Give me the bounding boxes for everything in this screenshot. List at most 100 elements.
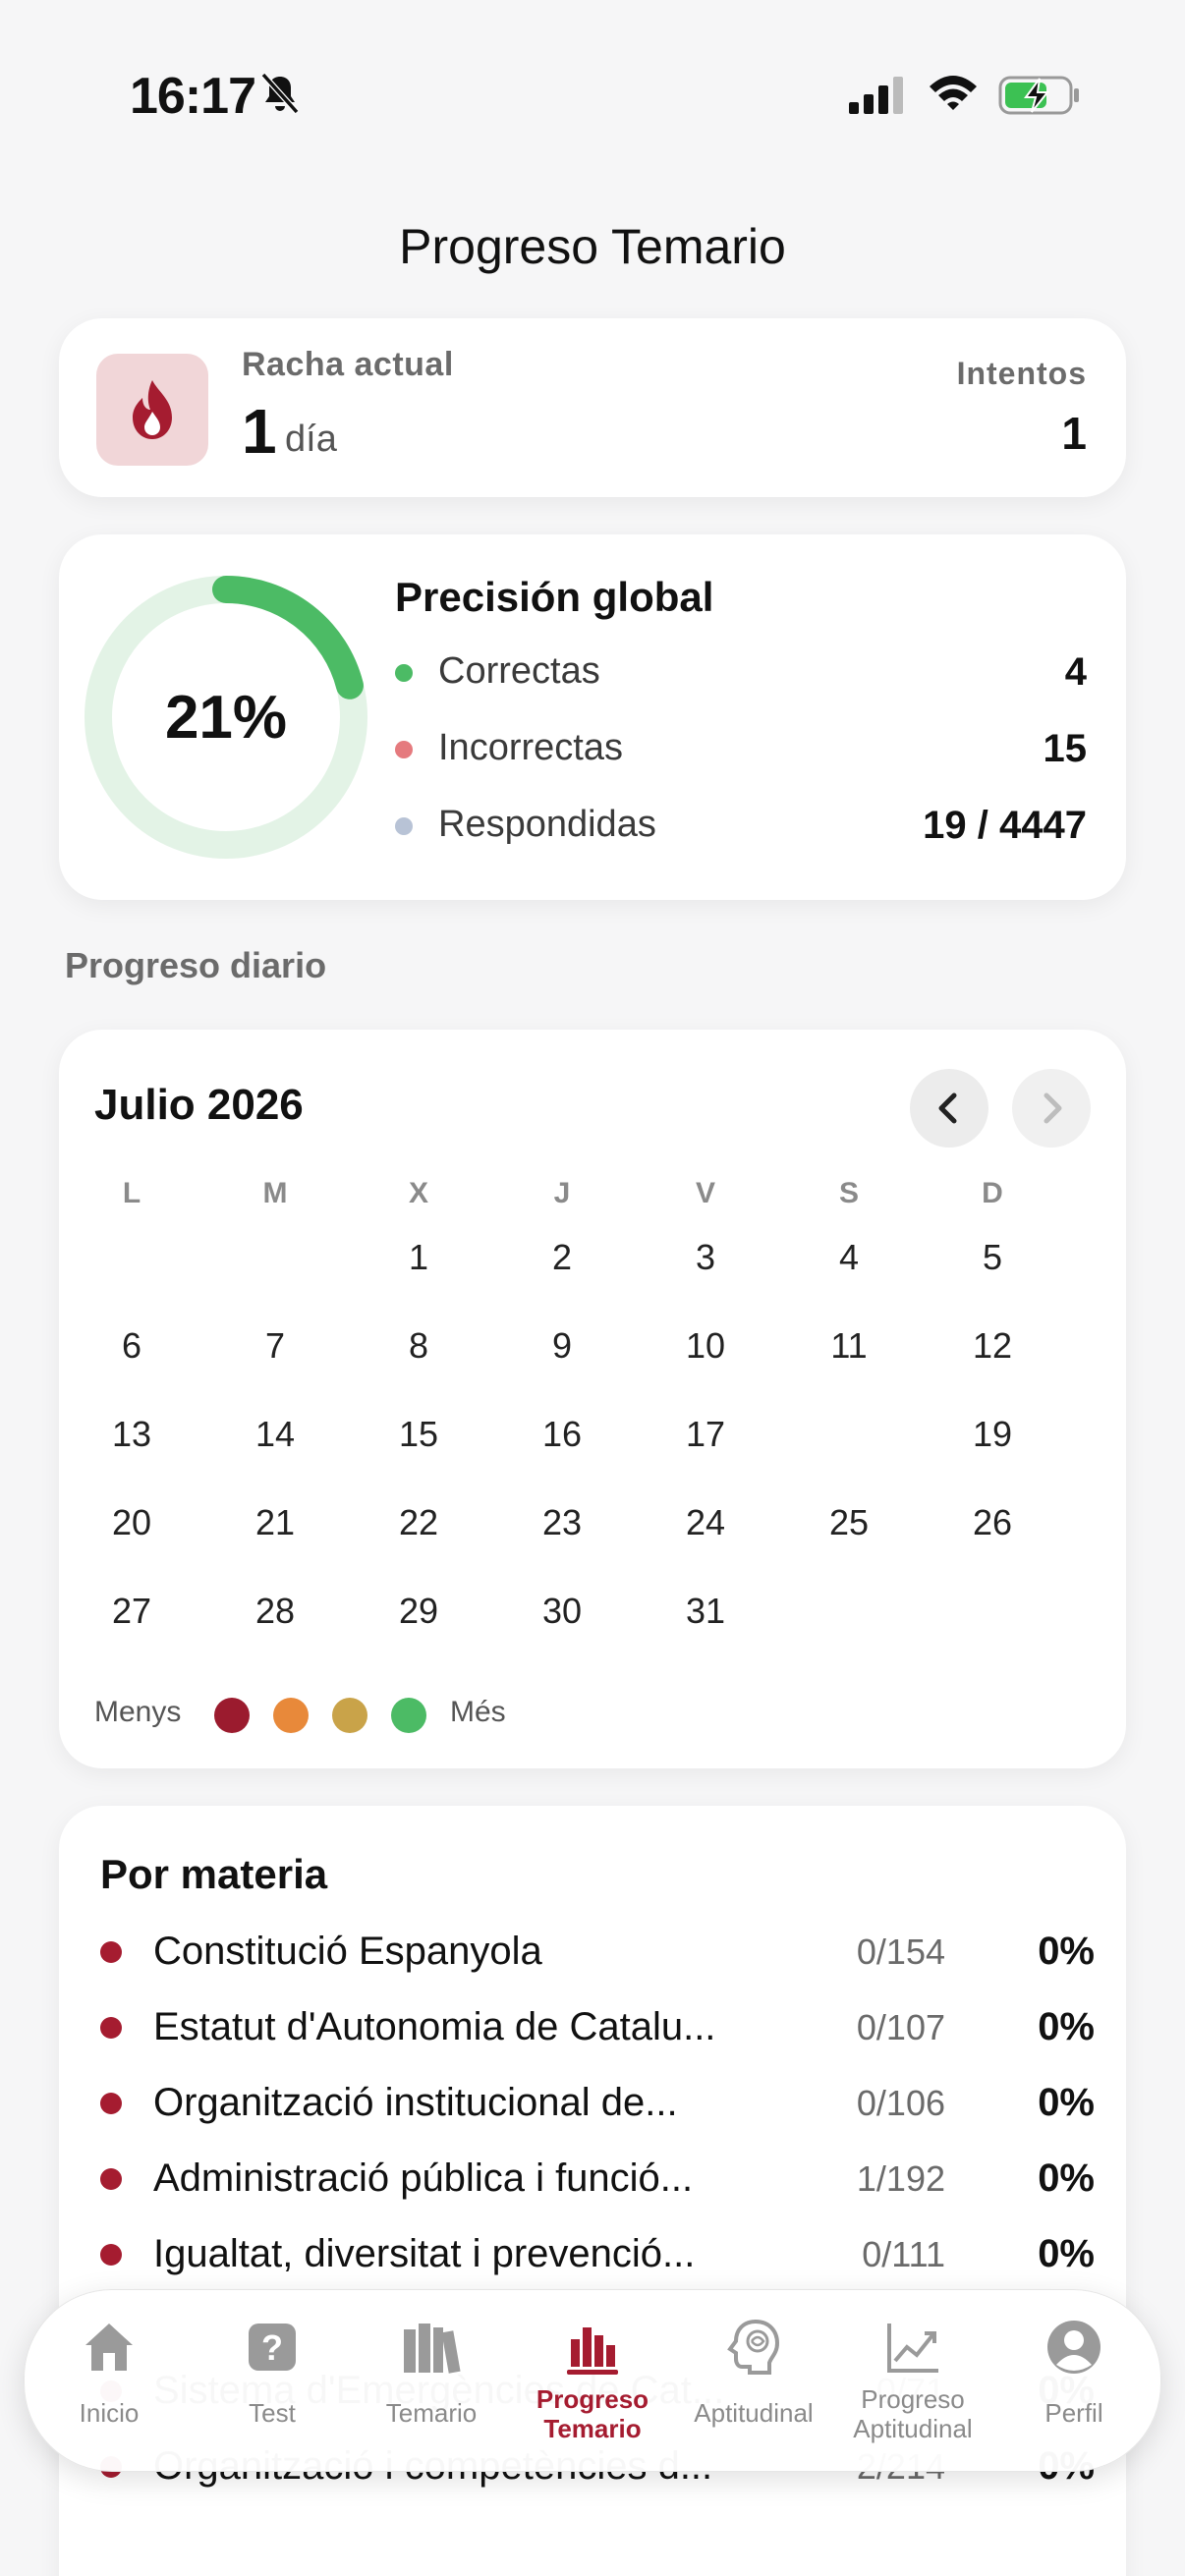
- tab-progreso-aptitudinal[interactable]: Progreso Aptitudinal: [832, 2290, 993, 2473]
- calendar-day[interactable]: 3: [656, 1218, 755, 1297]
- calendar-day[interactable]: 30: [513, 1572, 611, 1651]
- signal-icon: [849, 77, 903, 114]
- calendar-day[interactable]: 21: [226, 1484, 324, 1562]
- calendar-day[interactable]: 10: [656, 1307, 755, 1385]
- attempts-value: 1: [1061, 408, 1087, 459]
- tab-label: Test: [249, 2398, 296, 2428]
- home-icon: [78, 2316, 141, 2379]
- tab-label: Progreso Temario: [536, 2384, 649, 2443]
- calendar-day[interactable]: 31: [656, 1572, 755, 1651]
- calendar-day[interactable]: 8: [369, 1307, 468, 1385]
- subject-row[interactable]: Estatut d'Autonomia de Catalu... 0/107 0%: [100, 1997, 1095, 2056]
- subject-name: Administració pública i funció...: [153, 2156, 694, 2200]
- legend-dot-4: [391, 1698, 426, 1733]
- calendar-day[interactable]: 7: [226, 1307, 324, 1385]
- subject-row[interactable]: Igualtat, diversitat i prevenció... 0/111…: [100, 2224, 1095, 2283]
- calendar-day[interactable]: 26: [943, 1484, 1042, 1562]
- calendar-day[interactable]: 14: [226, 1395, 324, 1474]
- stat-label: Respondidas: [438, 804, 656, 845]
- calendar-day[interactable]: 23: [513, 1484, 611, 1562]
- calendar-day[interactable]: 12: [943, 1307, 1042, 1385]
- legend-more: Més: [450, 1696, 506, 1728]
- attempts-label: Intentos: [956, 356, 1087, 391]
- subjects-title: Por materia: [100, 1851, 328, 1897]
- subject-count: 0/111: [862, 2234, 945, 2274]
- brain-icon: [722, 2316, 785, 2379]
- weekday-header: V: [695, 1177, 715, 1209]
- weekday-header: D: [982, 1177, 1003, 1209]
- correct-dot: [395, 664, 413, 682]
- legend-dot-2: [273, 1698, 309, 1733]
- tab-label: Progreso Aptitudinal: [853, 2384, 973, 2443]
- calendar-day-selected[interactable]: 18: [800, 1395, 898, 1474]
- subject-dot: [100, 2017, 122, 2039]
- bar-chart-icon: [561, 2316, 624, 2379]
- bell-slash-icon: [260, 72, 300, 115]
- tab-progreso-temario[interactable]: Progreso Temario: [512, 2290, 673, 2473]
- precision-title: Precisión global: [395, 574, 714, 620]
- calendar-day[interactable]: 6: [83, 1307, 181, 1385]
- calendar-day[interactable]: 9: [513, 1307, 611, 1385]
- calendar-prev-button[interactable]: [910, 1069, 988, 1148]
- calendar-day[interactable]: 22: [369, 1484, 468, 1562]
- subject-dot: [100, 2244, 122, 2266]
- subject-name: Organització institucional de...: [153, 2081, 678, 2124]
- calendar-day[interactable]: 4: [800, 1218, 898, 1297]
- svg-text:?: ?: [261, 2327, 283, 2368]
- line-chart-icon: [881, 2316, 944, 2379]
- tab-temario[interactable]: Temario: [351, 2290, 512, 2473]
- tab-bar: Inicio? Test Temario Progreso Temario Aptitu…: [24, 2289, 1161, 2472]
- calendar-next-button[interactable]: [1012, 1069, 1091, 1148]
- books-icon: [400, 2316, 463, 2379]
- tab-aptitudinal[interactable]: Aptitudinal: [673, 2290, 834, 2473]
- subject-count: 0/154: [856, 1932, 945, 1972]
- calendar-day[interactable]: 20: [83, 1484, 181, 1562]
- calendar-day[interactable]: 28: [226, 1572, 324, 1651]
- status-bar: 16:17: [0, 0, 1185, 177]
- calendar-day[interactable]: 19: [943, 1395, 1042, 1474]
- calendar-day[interactable]: 15: [369, 1395, 468, 1474]
- calendar-day[interactable]: 2: [513, 1218, 611, 1297]
- tab-perfil[interactable]: Perfil: [993, 2290, 1155, 2473]
- subject-row[interactable]: Constitució Espanyola 0/154 0%: [100, 1922, 1095, 1981]
- wifi-icon: [930, 76, 977, 110]
- profile-icon: [1043, 2316, 1105, 2379]
- calendar-day[interactable]: 16: [513, 1395, 611, 1474]
- subject-row[interactable]: Administració pública i funció... 1/192 0%: [100, 2149, 1095, 2208]
- weekday-header: S: [838, 1177, 859, 1209]
- daily-section-label: Progreso diario: [65, 945, 327, 985]
- stat-value: 15: [1043, 727, 1088, 770]
- calendar-month: Julio 2026: [94, 1081, 304, 1129]
- tab-test[interactable]: ? Test: [192, 2290, 353, 2473]
- calendar-day[interactable]: 27: [83, 1572, 181, 1651]
- page-title: Progreso Temario: [399, 219, 786, 274]
- calendar-day[interactable]: 5: [943, 1218, 1042, 1297]
- subject-dot: [100, 2093, 122, 2114]
- calendar-day[interactable]: 17: [656, 1395, 755, 1474]
- tab-label: Aptitudinal: [694, 2398, 814, 2428]
- subject-count: 0/106: [856, 2083, 945, 2123]
- stat-row-incorrect: Incorrectas 15: [395, 721, 1087, 776]
- subject-percent: 0%: [1038, 2081, 1095, 2124]
- subject-name: Igualtat, diversitat i prevenció...: [153, 2232, 696, 2275]
- calendar-day[interactable]: 11: [800, 1307, 898, 1385]
- answered-dot: [395, 817, 413, 835]
- stat-value: 4: [1064, 650, 1087, 694]
- calendar-day[interactable]: 13: [83, 1395, 181, 1474]
- tab-inicio[interactable]: Inicio: [28, 2290, 190, 2473]
- calendar-day[interactable]: 29: [369, 1572, 468, 1651]
- subject-percent: 0%: [1038, 1930, 1095, 1973]
- tab-label: Inicio: [79, 2398, 140, 2428]
- status-time: 16:17: [130, 68, 256, 125]
- subject-percent: 0%: [1038, 2156, 1095, 2200]
- subject-percent: 0%: [1038, 2232, 1095, 2275]
- subject-row[interactable]: Organització institucional de... 0/106 0%: [100, 2073, 1095, 2132]
- stat-label: Incorrectas: [438, 727, 623, 768]
- calendar-day[interactable]: 25: [800, 1484, 898, 1562]
- calendar-day[interactable]: 1: [369, 1218, 468, 1297]
- legend-dot-1: [214, 1698, 250, 1733]
- calendar-card: Julio 2026 L M X J V S D 1 2 3 4 5 6 7 8 9 10 11 12 13 14 15 1…: [59, 1030, 1126, 1768]
- subject-count: 0/107: [856, 2007, 945, 2047]
- stat-row-answered: Respondidas 19 / 4447: [395, 798, 1087, 853]
- calendar-day[interactable]: 24: [656, 1484, 755, 1562]
